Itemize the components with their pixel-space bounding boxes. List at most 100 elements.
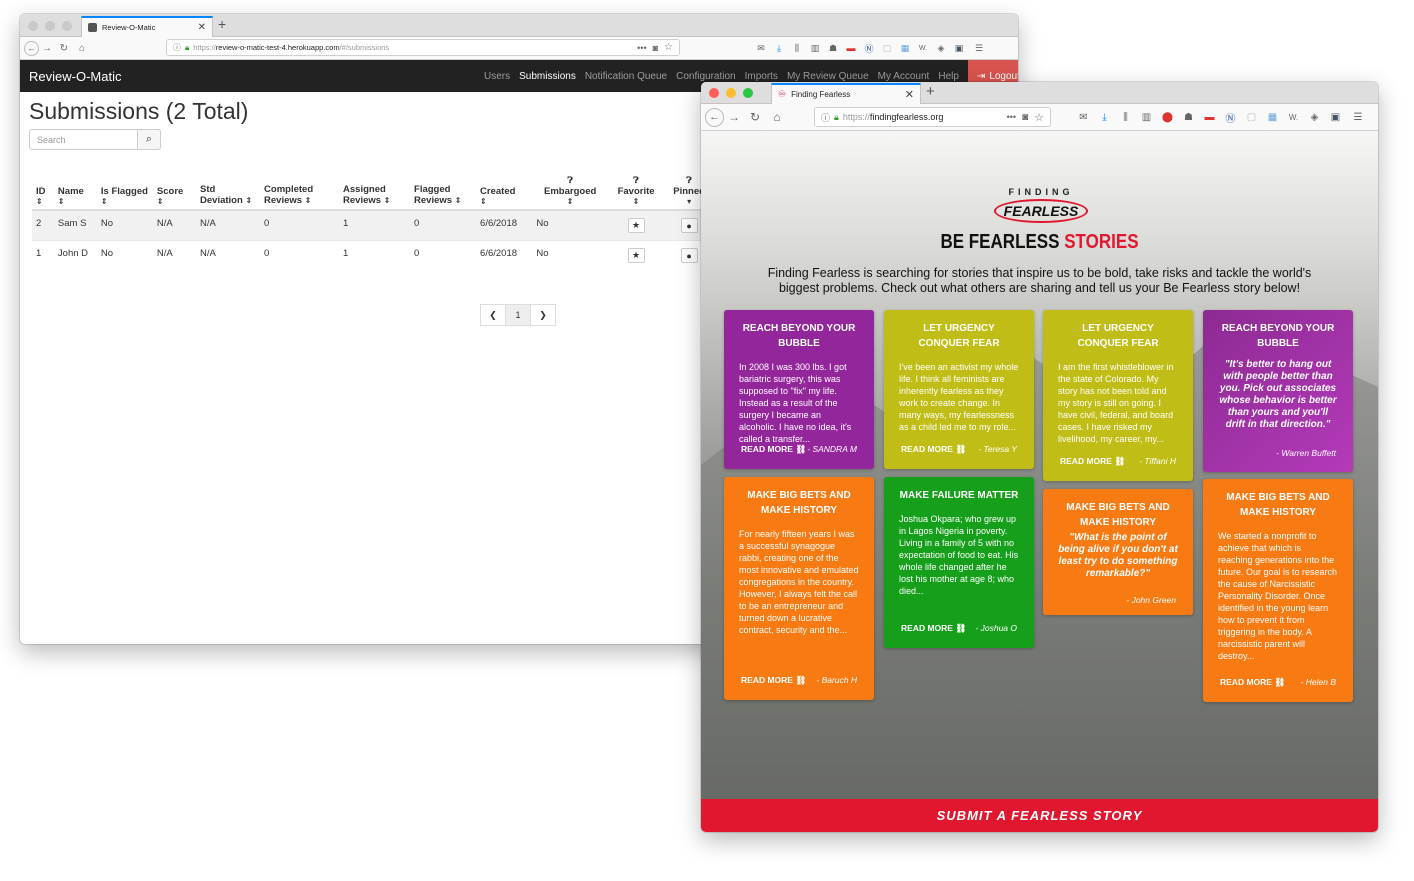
info-icon[interactable]: ⓘ — [821, 111, 830, 124]
sort-icon[interactable]: ⇕ — [36, 197, 50, 206]
col-embargoed[interactable]: ❓︎ Embargoed ⇕ — [532, 172, 608, 211]
read-more-link[interactable]: READ MORE ⛓ — [1060, 456, 1125, 467]
read-more-link[interactable]: READ MORE ⛓ — [901, 623, 966, 634]
favorite-star-button[interactable]: ★ — [627, 218, 645, 233]
extension-w-icon[interactable]: W. — [914, 45, 932, 52]
col-is-flagged[interactable]: Is Flagged ⇕ — [96, 172, 153, 211]
close-tab-icon[interactable]: ✕ — [198, 22, 206, 33]
download-icon[interactable]: ⤓ — [1094, 112, 1115, 123]
extension-grid-icon[interactable]: ▦ — [896, 43, 914, 54]
back-icon[interactable]: ← — [24, 40, 39, 56]
story-card[interactable]: MAKE BIG BETS AND MAKE HISTORY For nearl… — [724, 477, 874, 700]
table-row[interactable]: 2 Sam S No N/A N/A 0 1 0 6/6/2018 No ★ ● — [32, 209, 714, 241]
story-card[interactable]: LET URGENCY CONQUER FEAR I am the first … — [1043, 310, 1193, 481]
sort-icon[interactable]: ⇕ — [480, 197, 528, 206]
back-icon[interactable]: ← — [705, 107, 724, 127]
extension-n-icon[interactable]: Ⓝ — [860, 42, 878, 55]
sidebar-icon[interactable]: ▥ — [806, 43, 824, 54]
nav-my-account[interactable]: My Account — [878, 71, 930, 82]
minimize-window-button[interactable] — [726, 88, 736, 98]
forward-icon[interactable]: → — [39, 43, 55, 54]
pin-button[interactable]: ● — [680, 248, 698, 263]
extension-icon[interactable]: ☗ — [824, 43, 842, 54]
story-card[interactable]: REACH BEYOND YOUR BUBBLE In 2008 I was 3… — [724, 310, 874, 469]
col-score[interactable]: Score ⇕ — [152, 172, 197, 211]
close-tab-icon[interactable]: ✕ — [905, 88, 914, 101]
table-row[interactable]: 1 John D No N/A N/A 0 1 0 6/6/2018 No ★ … — [32, 240, 714, 278]
close-window-button[interactable] — [709, 88, 719, 98]
story-card[interactable]: LET URGENCY CONQUER FEAR I've been an ac… — [884, 310, 1034, 469]
nav-my-review-queue[interactable]: My Review Queue — [787, 71, 869, 82]
sort-icon[interactable]: ⇕ — [58, 197, 93, 206]
app-brand[interactable]: Review-O-Matic — [20, 69, 121, 84]
pin-button[interactable]: ● — [680, 218, 698, 233]
col-assigned-reviews[interactable]: Assigned Reviews ⇕ — [339, 172, 411, 211]
story-card[interactable]: MAKE BIG BETS AND MAKE HISTORY "What is … — [1043, 489, 1193, 615]
sort-icon[interactable]: ⇕ — [536, 197, 604, 206]
extension-w-icon[interactable]: W. — [1283, 113, 1304, 122]
download-icon[interactable]: ⤓ — [770, 43, 788, 54]
read-more-link[interactable]: READ MORE ⛓ — [1220, 677, 1285, 688]
col-name[interactable]: Name ⇕ — [53, 172, 97, 211]
mail-icon[interactable]: ✉ — [1073, 112, 1094, 123]
col-id[interactable]: ID ⇕ — [32, 172, 54, 211]
favorite-star-button[interactable]: ★ — [627, 248, 645, 263]
col-std-deviation[interactable]: Std Deviation ⇕ — [196, 172, 261, 211]
library-icon[interactable]: ⫼ — [788, 43, 806, 54]
tab-review-o-matic[interactable]: Review-O-Matic ✕ — [81, 16, 213, 37]
sort-icon[interactable]: ⇕ — [612, 197, 660, 206]
forward-icon[interactable]: → — [724, 110, 744, 124]
read-more-link[interactable]: READ MORE ⛓ — [741, 444, 806, 455]
minimize-window-button[interactable] — [45, 21, 55, 31]
nav-imports[interactable]: Imports — [745, 71, 778, 82]
reload-icon[interactable]: ↻ — [55, 43, 73, 54]
home-icon[interactable]: ⌂ — [766, 110, 788, 124]
sort-icon[interactable]: ⇕ — [455, 196, 462, 205]
extension-red-badge-icon[interactable]: ⬤ — [1157, 112, 1178, 123]
nav-notification-queue[interactable]: Notification Queue — [585, 71, 667, 82]
menu-icon[interactable]: ☰ — [968, 43, 990, 54]
address-bar[interactable]: ⓘ 🔒︎ https://review-o-matic-test-4.herok… — [166, 39, 680, 56]
extension-n-icon[interactable]: Ⓝ — [1220, 110, 1241, 125]
search-input[interactable]: Search — [29, 129, 138, 150]
extension-grid-icon[interactable]: ▦ — [1262, 112, 1283, 123]
help-icon[interactable]: ❓︎ — [612, 175, 660, 186]
mail-icon[interactable]: ✉ — [752, 43, 770, 54]
nav-configuration[interactable]: Configuration — [676, 71, 735, 82]
col-flagged-reviews[interactable]: Flagged Reviews ⇕ — [410, 172, 477, 211]
pocket-icon[interactable]: ◙ — [653, 43, 658, 53]
extension-badge-icon[interactable]: ▣ — [950, 43, 968, 54]
nav-help[interactable]: Help — [938, 71, 959, 82]
address-bar[interactable]: ⓘ 🔒︎ https://findingfearless.org ••• ◙ ☆ — [814, 107, 1051, 127]
pocket-icon[interactable]: ◙ — [1022, 112, 1028, 123]
prev-page-icon[interactable]: ❮ — [480, 304, 506, 326]
sort-icon[interactable]: ⇕ — [157, 197, 192, 206]
page-actions-icon[interactable]: ••• — [637, 43, 646, 53]
extension-icon[interactable]: ☗ — [1178, 112, 1199, 123]
sidebar-icon[interactable]: ▥ — [1136, 112, 1157, 123]
info-icon[interactable]: ⓘ — [173, 42, 181, 53]
extension-box-icon[interactable]: ▢ — [1241, 112, 1262, 123]
tab-finding-fearless[interactable]: ♾ Finding Fearless ✕ — [771, 83, 921, 104]
bookmark-star-icon[interactable]: ☆ — [664, 42, 673, 53]
nav-users[interactable]: Users — [484, 71, 510, 82]
col-favorite[interactable]: ❓︎ Favorite ⇕ — [607, 172, 665, 211]
submit-story-button[interactable]: SUBMIT A FEARLESS STORY — [701, 799, 1378, 832]
extension-box-icon[interactable]: ▢ — [878, 43, 896, 54]
zoom-window-button[interactable] — [743, 88, 753, 98]
new-tab-button[interactable]: + — [218, 16, 226, 32]
read-more-link[interactable]: READ MORE ⛓ — [741, 675, 806, 686]
extension-stack-icon[interactable]: ◈ — [932, 43, 950, 54]
col-completed-reviews[interactable]: Completed Reviews ⇕ — [260, 172, 340, 211]
home-icon[interactable]: ⌂ — [73, 43, 91, 54]
nav-submissions[interactable]: Submissions — [519, 71, 576, 82]
extension-red-icon[interactable]: ▬ — [1199, 112, 1220, 123]
extension-badge-icon[interactable]: ▣ — [1325, 112, 1346, 123]
extension-stack-icon[interactable]: ◈ — [1304, 112, 1325, 123]
menu-icon[interactable]: ☰ — [1346, 112, 1370, 123]
page-actions-icon[interactable]: ••• — [1007, 112, 1016, 122]
extension-red-icon[interactable]: ▬ — [842, 43, 860, 53]
page-current[interactable]: 1 — [505, 304, 531, 326]
search-button[interactable]: ⌕ — [138, 129, 161, 150]
sort-icon[interactable]: ⇕ — [245, 196, 252, 205]
